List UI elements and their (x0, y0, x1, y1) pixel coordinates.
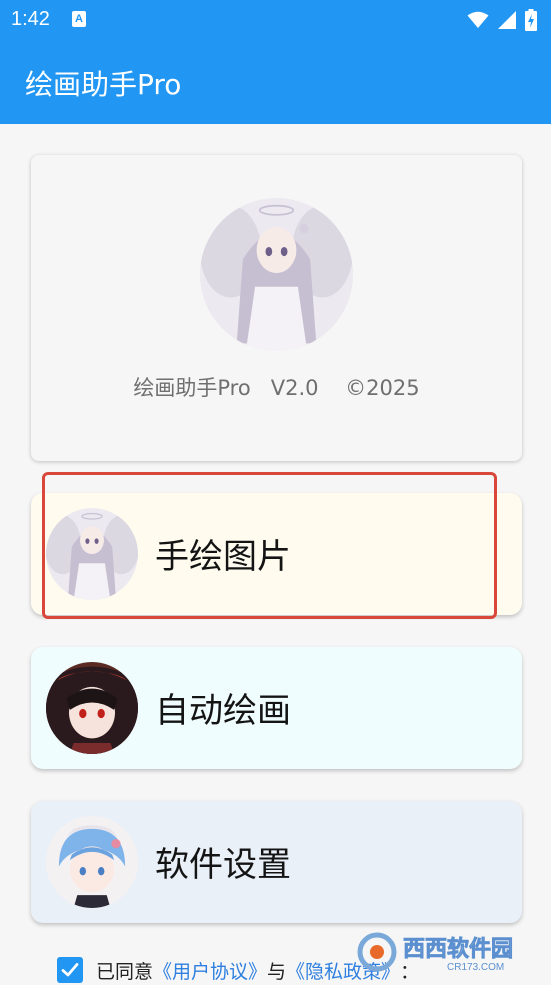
signal-icon (498, 11, 516, 29)
agreement-prefix: 已同意 (96, 960, 154, 983)
app-bar: 绘画助手Pro (0, 41, 551, 124)
status-time: 1:42 (11, 8, 50, 30)
app-info-card: 绘画助手Pro V2.0 ©2025 (31, 155, 522, 461)
blue-hair-girl-avatar (46, 816, 138, 908)
version-text: 绘画助手Pro V2.0 ©2025 (133, 376, 420, 400)
checkmark-icon (61, 963, 79, 977)
app-logo-avatar (200, 198, 353, 351)
auto-drawing-label: 自动绘画 (155, 691, 291, 731)
notification-a-icon: A (72, 11, 86, 27)
settings-label: 软件设置 (155, 845, 291, 885)
settings-button[interactable]: 软件设置 (31, 801, 522, 923)
watermark-brand: 西西软件园 (403, 936, 513, 962)
angel-girl-avatar (46, 508, 138, 600)
app-title: 绘画助手Pro (25, 68, 182, 101)
red-eye-girl-avatar (46, 662, 138, 754)
auto-drawing-button[interactable]: 自动绘画 (31, 647, 522, 769)
hand-drawing-button[interactable]: 手绘图片 (31, 493, 522, 615)
angel-girl-image (200, 198, 353, 351)
status-icons (467, 9, 537, 31)
agree-checkbox[interactable] (57, 957, 83, 983)
user-agreement-link[interactable]: 《用户协议》 (153, 957, 267, 984)
watermark-site: CR173.COM (447, 962, 504, 973)
status-bar: 1:42 A (0, 0, 551, 41)
battery-charging-icon (525, 9, 537, 31)
site-watermark: 西西软件园 CR173.COM (357, 932, 513, 973)
wifi-icon (467, 11, 489, 28)
hand-drawing-label: 手绘图片 (155, 537, 291, 577)
agreement-and: 与 (267, 960, 287, 983)
